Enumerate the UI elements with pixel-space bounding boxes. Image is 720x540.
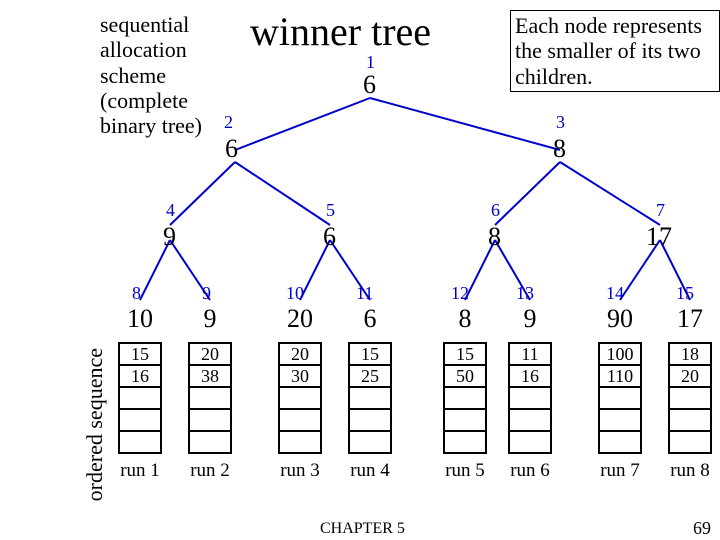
node-2-index: 2 (224, 112, 233, 133)
run-cell (598, 386, 642, 410)
run-cell: 16 (508, 364, 552, 388)
run-cell (348, 408, 392, 432)
run-cell: 20 (668, 364, 712, 388)
leaf-8-value: 10 (118, 304, 162, 334)
node-2-value: 6 (225, 134, 238, 164)
node-3-index: 3 (556, 112, 565, 133)
run-cell (508, 386, 552, 410)
run-cell (443, 386, 487, 410)
leaf-14-value: 90 (598, 304, 642, 334)
run-cell: 50 (443, 364, 487, 388)
run-cell (348, 430, 392, 454)
run-column-1: 1516 run 1 (118, 342, 162, 482)
run-cell (443, 408, 487, 432)
run-cell (508, 430, 552, 454)
run-cell: 16 (118, 364, 162, 388)
run-cell (598, 430, 642, 454)
leaf-15-index: 15 (676, 283, 694, 304)
leaf-9-value: 9 (188, 304, 232, 334)
leaf-13-index: 13 (516, 283, 534, 304)
run-cell (188, 430, 232, 454)
run-cell: 38 (188, 364, 232, 388)
node-7-index: 7 (656, 200, 665, 221)
run-column-4: 1525 run 4 (348, 342, 392, 482)
page-number: 69 (693, 518, 711, 539)
node-6-value: 8 (488, 222, 501, 252)
leaf-13-value: 9 (508, 304, 552, 334)
run-cell: 11 (508, 342, 552, 366)
leaf-9-index: 9 (202, 283, 211, 304)
run-cell (443, 430, 487, 454)
run-cell (278, 408, 322, 432)
run-label-5: run 5 (443, 460, 487, 482)
run-column-6: 1116 run 6 (508, 342, 552, 482)
node-6-index: 6 (491, 200, 500, 221)
node-3-value: 8 (553, 134, 566, 164)
run-cell (668, 430, 712, 454)
node-4-index: 4 (166, 200, 175, 221)
run-cell: 15 (118, 342, 162, 366)
leaf-11-index: 11 (356, 283, 373, 304)
run-cell (668, 408, 712, 432)
run-cell: 18 (668, 342, 712, 366)
run-label-7: run 7 (598, 460, 642, 482)
node-5-index: 5 (326, 200, 335, 221)
run-cell: 25 (348, 364, 392, 388)
side-label: ordered sequence (82, 348, 108, 501)
run-cell: 15 (443, 342, 487, 366)
run-cell (598, 408, 642, 432)
leaf-12-value: 8 (443, 304, 487, 334)
run-cell: 110 (598, 364, 642, 388)
leaf-8-index: 8 (132, 283, 141, 304)
run-column-5: 1550 run 5 (443, 342, 487, 482)
run-label-8: run 8 (668, 460, 712, 482)
run-cell (668, 386, 712, 410)
run-cell (348, 386, 392, 410)
run-cell (188, 408, 232, 432)
run-cell: 20 (188, 342, 232, 366)
leaf-14-index: 14 (606, 283, 624, 304)
run-cell (278, 430, 322, 454)
run-cell: 30 (278, 364, 322, 388)
run-cell: 20 (278, 342, 322, 366)
node-4-value: 9 (163, 222, 176, 252)
run-column-3: 2030 run 3 (278, 342, 322, 482)
leaf-10-index: 10 (286, 283, 304, 304)
run-label-6: run 6 (508, 460, 552, 482)
run-label-3: run 3 (278, 460, 322, 482)
run-column-7: 100110 run 7 (598, 342, 642, 482)
footer-chapter: CHAPTER 5 (320, 520, 405, 538)
run-cell (118, 408, 162, 432)
run-cell (508, 408, 552, 432)
leaf-10-value: 20 (278, 304, 322, 334)
run-column-8: 1820 run 8 (668, 342, 712, 482)
node-1-value: 6 (363, 70, 376, 100)
node-5-value: 6 (323, 222, 336, 252)
run-cell (278, 386, 322, 410)
run-cell: 15 (348, 342, 392, 366)
leaf-11-value: 6 (348, 304, 392, 334)
leaf-12-index: 12 (451, 283, 469, 304)
run-column-2: 2038 run 2 (188, 342, 232, 482)
run-cell (118, 430, 162, 454)
run-cell: 100 (598, 342, 642, 366)
run-label-1: run 1 (118, 460, 162, 482)
node-7-value: 17 (646, 222, 672, 252)
run-cell (188, 386, 232, 410)
run-label-2: run 2 (188, 460, 232, 482)
run-cell (118, 386, 162, 410)
run-label-4: run 4 (348, 460, 392, 482)
leaf-15-value: 17 (668, 304, 712, 334)
